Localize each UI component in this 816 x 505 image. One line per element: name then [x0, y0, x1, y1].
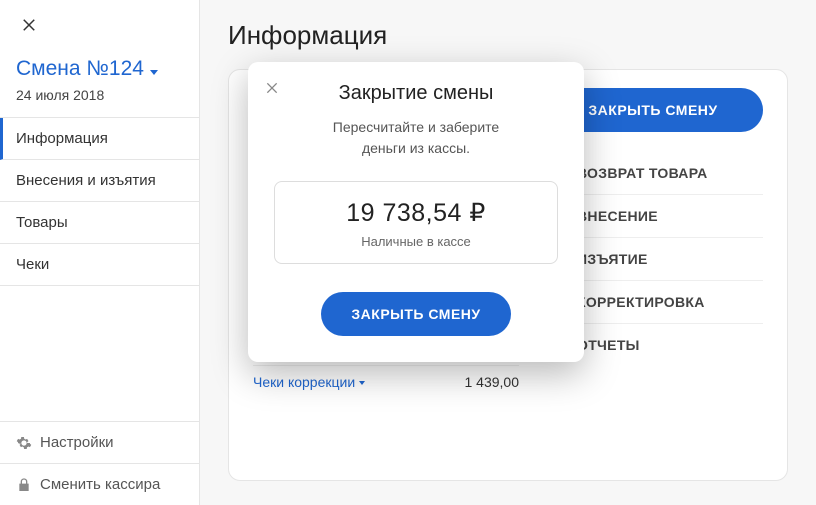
- close-sidebar-button[interactable]: [0, 0, 199, 47]
- modal-subtitle: Пересчитайте и заберите деньги из кассы.: [274, 117, 558, 159]
- shift-label: Смена №124: [16, 57, 144, 81]
- gear-icon: [16, 435, 32, 451]
- modal-title: Закрытие смены: [274, 82, 558, 105]
- modal-confirm-button[interactable]: ЗАКРЫТЬ СМЕНУ: [321, 292, 510, 336]
- shift-date: 24 июля 2018: [16, 87, 199, 103]
- page-title: Информация: [228, 20, 788, 51]
- correction-value: 1 439,00: [465, 374, 520, 390]
- sidebar-item-deposits[interactable]: Внесения и изъятия: [0, 160, 199, 202]
- cash-amount: 19 738,54 ₽: [285, 198, 547, 228]
- sidebar-item-receipts[interactable]: Чеки: [0, 244, 199, 286]
- lock-icon: [16, 477, 32, 493]
- change-cashier-button[interactable]: Сменить кассира: [0, 463, 199, 505]
- sidebar-nav: Информация Внесения и изъятия Товары Чек…: [0, 117, 199, 286]
- close-shift-modal: Закрытие смены Пересчитайте и заберите д…: [248, 62, 584, 362]
- correction-row: Чеки коррекции 1 439,00: [253, 366, 519, 398]
- close-icon: [264, 80, 280, 96]
- cash-box: 19 738,54 ₽ Наличные в кассе: [274, 181, 558, 264]
- chevron-down-icon: [359, 381, 365, 385]
- settings-button[interactable]: Настройки: [0, 421, 199, 463]
- sidebar-item-goods[interactable]: Товары: [0, 202, 199, 244]
- shift-selector[interactable]: Смена №124 24 июля 2018: [0, 47, 199, 117]
- change-cashier-label: Сменить кассира: [40, 476, 160, 493]
- sidebar-item-info[interactable]: Информация: [0, 118, 199, 160]
- cash-label: Наличные в кассе: [285, 234, 547, 249]
- close-icon: [20, 16, 38, 34]
- sidebar: Смена №124 24 июля 2018 Информация Внесе…: [0, 0, 200, 505]
- correction-checks-link[interactable]: Чеки коррекции: [253, 374, 365, 390]
- chevron-down-icon: [150, 70, 158, 75]
- settings-label: Настройки: [40, 434, 114, 451]
- modal-close-button[interactable]: [264, 80, 284, 100]
- sidebar-bottom: Настройки Сменить кассира: [0, 421, 199, 505]
